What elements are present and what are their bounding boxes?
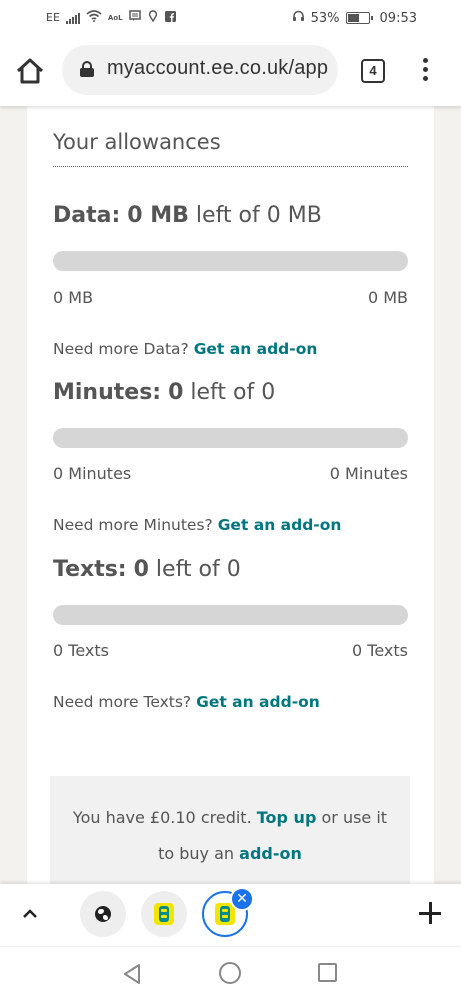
minutes-title-label: Minutes: <box>53 380 162 405</box>
menu-dot-icon <box>422 58 428 63</box>
credit-middle-text: or use it <box>321 808 388 827</box>
allowances-heading: Your allowances <box>53 130 221 154</box>
minutes-addon-prompt: Need more Minutes? Get an add-on <box>53 516 341 534</box>
new-tab-button[interactable] <box>419 902 441 924</box>
back-triangle-icon <box>124 964 140 984</box>
globe-icon <box>95 906 111 922</box>
texts-title-label: Texts: <box>53 557 127 582</box>
ee-logo-icon <box>154 903 174 925</box>
status-right: 53% 09:53 <box>292 10 417 26</box>
browser-toolbar: myaccount.ee.co.uk/app 4 <box>0 36 461 106</box>
data-min-label: 0 MB <box>53 288 94 307</box>
data-allowance-title: Data: 0 MB left of 0 MB <box>53 203 322 228</box>
location-icon <box>147 10 159 25</box>
wifi-icon <box>86 10 102 25</box>
menu-dot-icon <box>422 76 428 81</box>
tab-thumbnail-ee-active[interactable]: ✕ <box>202 887 254 937</box>
menu-dot-icon <box>422 67 428 72</box>
overflow-menu-button[interactable] <box>418 58 432 84</box>
minutes-title-rest: left of 0 <box>190 380 276 405</box>
close-tab-icon[interactable]: ✕ <box>230 887 254 911</box>
message-icon <box>128 10 141 25</box>
tab-thumbnail-ee[interactable] <box>141 891 187 937</box>
data-title-rest: left of 0 MB <box>195 203 322 228</box>
signal-icon <box>65 12 80 24</box>
home-icon <box>16 58 44 84</box>
credit-amount-text: You have £0.10 credit. <box>72 808 252 827</box>
minutes-max-label: 0 Minutes <box>329 464 408 483</box>
battery-percent: 53% <box>310 10 340 26</box>
minutes-progress-bar <box>53 428 408 448</box>
tab-strip: ✕ <box>0 884 461 946</box>
aol-icon: AoL <box>107 13 123 22</box>
data-addon-prefix: Need more Data? <box>53 340 189 358</box>
facebook-icon <box>164 10 176 25</box>
battery-icon <box>345 12 373 24</box>
texts-addon-prompt: Need more Texts? Get an add-on <box>53 693 320 711</box>
home-circle-icon[interactable] <box>219 962 241 984</box>
minutes-allowance-title: Minutes: 0 left of 0 <box>53 380 275 405</box>
system-nav-bar <box>0 946 461 999</box>
minutes-min-label: 0 Minutes <box>53 464 132 483</box>
tab-thumbnail-globe[interactable] <box>80 891 126 937</box>
credit-line2-text: to buy an <box>158 844 235 863</box>
status-left: EE AoL <box>46 10 176 25</box>
data-addon-link[interactable]: Get an add-on <box>194 340 318 358</box>
headset-icon <box>292 10 305 26</box>
heading-divider <box>53 166 408 167</box>
carrier-label: EE <box>46 11 60 24</box>
expand-tabs-button[interactable] <box>22 906 38 922</box>
texts-progress-bar <box>53 605 408 625</box>
credit-addon-link[interactable]: add-on <box>239 844 302 863</box>
texts-title-rest: left of 0 <box>155 557 241 582</box>
tab-switcher-button[interactable]: 4 <box>361 59 385 83</box>
top-up-link[interactable]: Top up <box>257 808 317 827</box>
texts-min-label: 0 Texts <box>53 641 109 660</box>
data-title-value: 0 MB <box>127 203 189 228</box>
data-progress-bar <box>53 251 408 271</box>
data-max-label: 0 MB <box>367 288 408 307</box>
url-text[interactable]: myaccount.ee.co.uk/app <box>107 57 328 80</box>
chevron-up-icon <box>23 909 37 918</box>
texts-title-value: 0 <box>133 557 149 582</box>
texts-max-label: 0 Texts <box>352 641 408 660</box>
data-addon-prompt: Need more Data? Get an add-on <box>53 340 317 358</box>
recents-square-icon[interactable] <box>318 963 337 982</box>
clock: 09:53 <box>379 10 417 26</box>
credit-panel: You have £0.10 credit. Top up or use it … <box>50 776 410 884</box>
minutes-addon-link[interactable]: Get an add-on <box>218 516 342 534</box>
home-button[interactable] <box>14 55 46 87</box>
address-bar[interactable]: myaccount.ee.co.uk/app <box>62 45 338 95</box>
texts-addon-link[interactable]: Get an add-on <box>196 693 320 711</box>
minutes-title-value: 0 <box>168 380 184 405</box>
data-title-label: Data: <box>53 203 121 228</box>
status-bar: EE AoL 53% 09:53 <box>0 0 461 36</box>
back-button[interactable] <box>122 963 142 989</box>
texts-addon-prefix: Need more Texts? <box>53 693 192 711</box>
texts-allowance-title: Texts: 0 left of 0 <box>53 557 241 582</box>
minutes-addon-prefix: Need more Minutes? <box>53 516 213 534</box>
credit-message: You have £0.10 credit. Top up or use it … <box>50 800 410 872</box>
lock-icon <box>80 61 94 77</box>
